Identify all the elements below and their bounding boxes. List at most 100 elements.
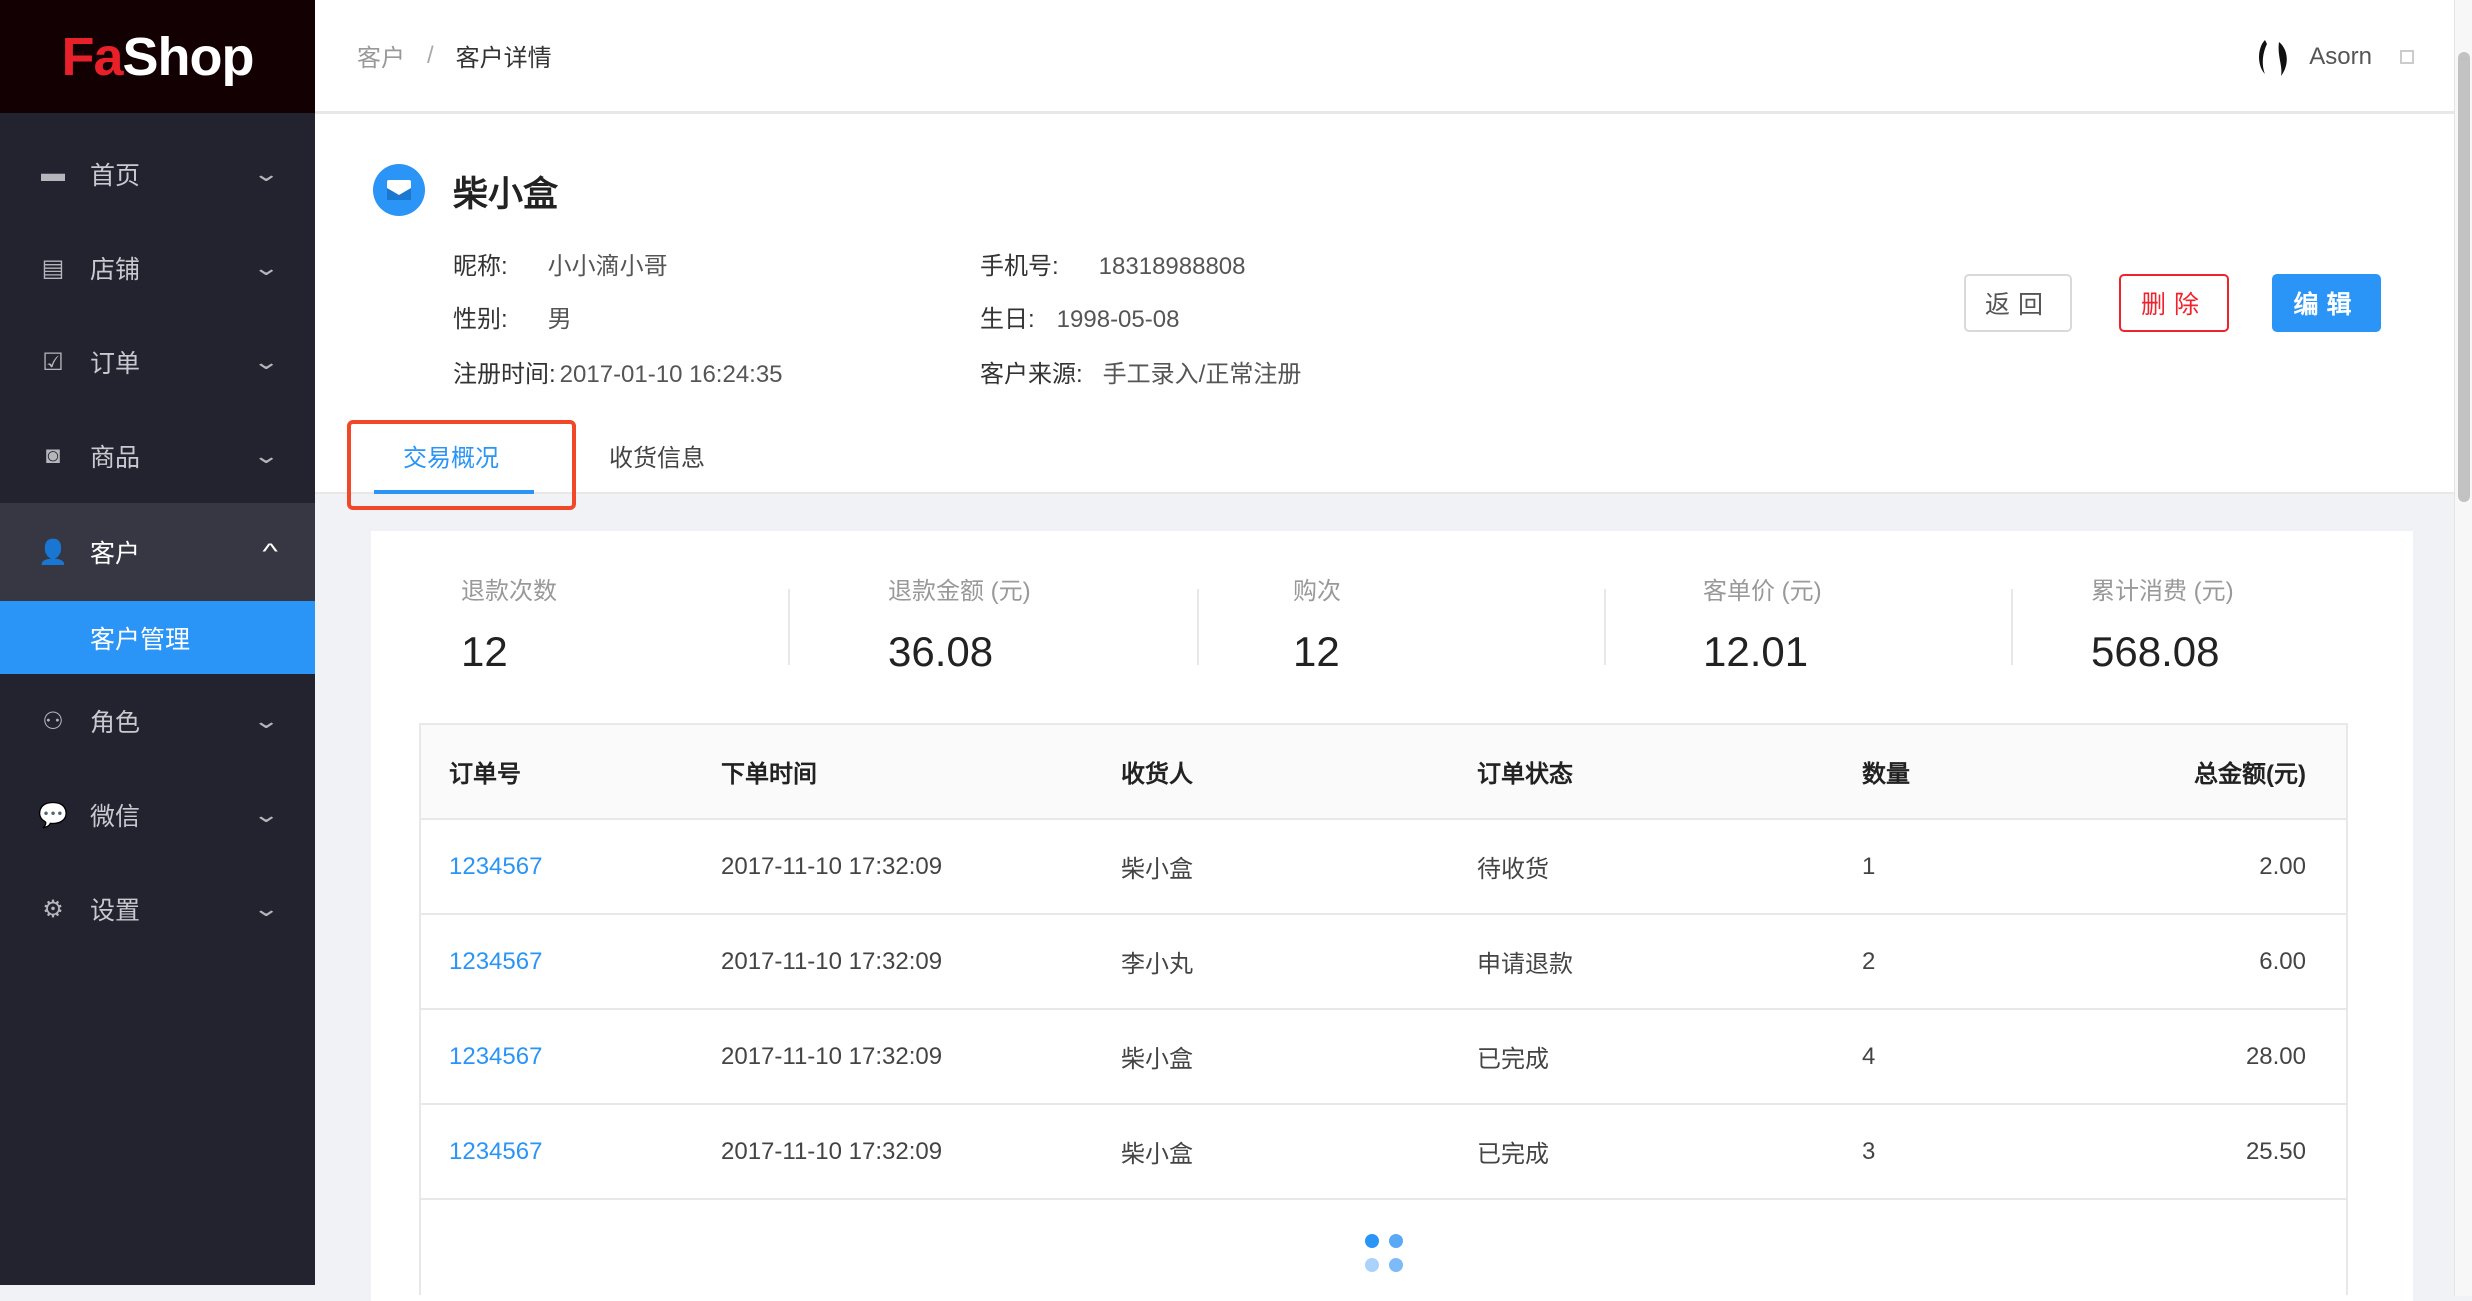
table-cell: 2017-11-10 17:32:09 — [721, 1042, 943, 1070]
table-cell: 申请退款 — [1477, 951, 1573, 978]
stat-refund-amount: 退款金额 (元) 36.08 — [888, 571, 1031, 676]
table-cell: 6.00 — [2259, 947, 2306, 975]
order-number-link[interactable]: 1234567 — [421, 853, 721, 881]
gear-icon: ⚙ — [42, 895, 64, 923]
table-row: 1234567 2017-11-10 17:32:09 柴小盒 已完成 3 25.50 — [421, 1105, 2346, 1200]
table-cell: 1 — [1862, 852, 1876, 880]
monitor-icon: ▬ — [41, 160, 65, 187]
breadcrumb-customer-detail: 客户详情 — [455, 45, 552, 72]
nickname-field: 昵称: 小小滴小哥 — [453, 246, 668, 281]
table-cell: 4 — [1862, 1042, 1876, 1070]
column-header: 数量 — [1862, 761, 1910, 788]
customer-name: 柴小盒 — [453, 175, 559, 214]
table-cell: 2 — [1862, 947, 1876, 975]
username: Asorn — [2309, 43, 2372, 70]
user-menu[interactable]: Asorn — [2255, 0, 2414, 114]
wechat-icon: 💬 — [38, 801, 68, 829]
user-icon: 👤 — [38, 538, 68, 566]
stat-label: 累计消费 (元) — [2091, 578, 2234, 605]
back-button[interactable]: 返回 — [1964, 274, 2072, 332]
table-cell: 2.00 — [2259, 852, 2306, 880]
column-header: 订单号 — [449, 761, 521, 788]
tab-label: 收货信息 — [609, 445, 705, 472]
field-value: 2017-01-10 16:24:35 — [559, 361, 783, 388]
stat-label: 退款次数 — [461, 578, 557, 605]
user-settings-icon: ⚇ — [42, 707, 64, 735]
field-value: 小小滴小哥 — [547, 253, 668, 280]
field-label: 手机号: — [980, 253, 1059, 280]
store-icon: ▤ — [41, 254, 65, 282]
table-cell: 待收货 — [1477, 856, 1549, 883]
sidebar-subitem-label: 客户管理 — [90, 625, 191, 654]
column-header: 下单时间 — [721, 761, 817, 788]
divider — [1197, 589, 1199, 665]
stat-purchase-count: 购次 12 — [1293, 571, 1341, 676]
scrollbar[interactable] — [2454, 0, 2472, 1296]
stat-label: 购次 — [1293, 578, 1341, 605]
order-number-link[interactable]: 1234567 — [421, 1043, 721, 1071]
scrollbar-thumb[interactable] — [2458, 52, 2470, 502]
order-number-link[interactable]: 1234567 — [421, 1138, 721, 1166]
sidebar-item-label: 订单 — [90, 350, 141, 378]
table-cell: 2017-11-10 17:32:09 — [721, 852, 943, 880]
sidebar-item-label: 首页 — [90, 162, 141, 190]
birthday-field: 生日: 1998-05-08 — [980, 299, 1179, 334]
logo-text-white: Shop — [122, 26, 255, 87]
field-label: 注册时间: — [453, 361, 556, 388]
sidebar-item-settings[interactable]: ⚙ 设置 ⌄ — [0, 862, 315, 956]
order-number-link[interactable]: 1234567 — [421, 948, 721, 976]
sidebar-item-products[interactable]: ◙ 商品 ⌄ — [0, 409, 315, 503]
stat-value: 568.08 — [2091, 628, 2220, 675]
sidebar-item-label: 微信 — [90, 803, 141, 831]
chevron-down-icon: ⌄ — [251, 802, 280, 827]
field-label: 昵称: — [453, 253, 508, 280]
field-label: 性别: — [453, 306, 508, 333]
logo[interactable]: Fa Shop — [0, 0, 315, 113]
divider — [788, 589, 790, 665]
stat-avg-order-value: 客单价 (元) 12.01 — [1703, 571, 1822, 676]
sidebar-item-store[interactable]: ▤ 店铺 ⌄ — [0, 221, 315, 315]
sidebar-item-roles[interactable]: ⚇ 角色 ⌄ — [0, 674, 315, 768]
sidebar-item-orders[interactable]: ☑ 订单 ⌄ — [0, 315, 315, 409]
stat-label: 客单价 (元) — [1703, 578, 1822, 605]
chevron-down-icon: ⌄ — [251, 255, 280, 280]
checkbox-icon[interactable] — [2400, 50, 2414, 64]
gender-field: 性别: 男 — [453, 299, 572, 334]
table-cell: 已完成 — [1477, 1141, 1549, 1168]
sidebar-item-customers[interactable]: 👤 客户 ^ — [0, 503, 315, 601]
sidebar-subitem-customer-management[interactable]: 客户管理 — [0, 601, 315, 674]
sidebar-item-wechat[interactable]: 💬 微信 ⌄ — [0, 768, 315, 862]
column-header: 总金额(元) — [2194, 761, 2306, 788]
clipboard-check-icon: ☑ — [42, 348, 64, 376]
table-header: 订单号 下单时间 收货人 订单状态 数量 总金额(元) — [421, 725, 2346, 820]
field-label: 客户来源: — [980, 361, 1083, 388]
chevron-down-icon: ⌄ — [251, 349, 280, 374]
table-footer — [421, 1200, 2346, 1295]
chevron-up-icon: ^ — [262, 539, 278, 564]
shopping-bag-icon: ◙ — [45, 442, 61, 469]
stat-value: 12 — [461, 628, 508, 675]
field-value: 18318988808 — [1098, 253, 1246, 280]
field-value: 手工录入/正常注册 — [1102, 361, 1302, 388]
table-cell: 3 — [1862, 1137, 1876, 1165]
logo-text-red: Fa — [61, 26, 123, 87]
register-time-field: 注册时间: 2017-01-10 16:24:35 — [453, 354, 783, 389]
table-cell: 2017-11-10 17:32:09 — [721, 947, 943, 975]
customer-profile: 柴小盒 昵称: 小小滴小哥 性别: 男 注册时间: 2017-01-10 16:24:… — [315, 114, 2454, 494]
sidebar-item-label: 商品 — [90, 444, 141, 472]
breadcrumb-customers[interactable]: 客户 — [357, 38, 405, 73]
table-cell: 25.50 — [2245, 1137, 2306, 1165]
sidebar-item-label: 设置 — [90, 897, 141, 925]
table-row: 1234567 2017-11-10 17:32:09 柴小盒 已完成 4 28.00 — [421, 1010, 2346, 1105]
table-cell: 2017-11-10 17:32:09 — [721, 1137, 943, 1165]
delete-button[interactable]: 删除 — [2119, 274, 2229, 332]
phone-field: 手机号: 18318988808 — [980, 246, 1246, 281]
stat-value: 36.08 — [888, 628, 994, 675]
sidebar-item-home[interactable]: ▬ 首页 ⌄ — [0, 127, 315, 221]
edit-button[interactable]: 编辑 — [2272, 274, 2381, 332]
stat-value: 12.01 — [1703, 628, 1809, 675]
tab-shipping-info[interactable]: 收货信息 — [609, 438, 705, 473]
chevron-down-icon: ⌄ — [251, 708, 280, 733]
breadcrumb-separator: / — [427, 41, 434, 69]
envelope-icon — [373, 164, 425, 216]
